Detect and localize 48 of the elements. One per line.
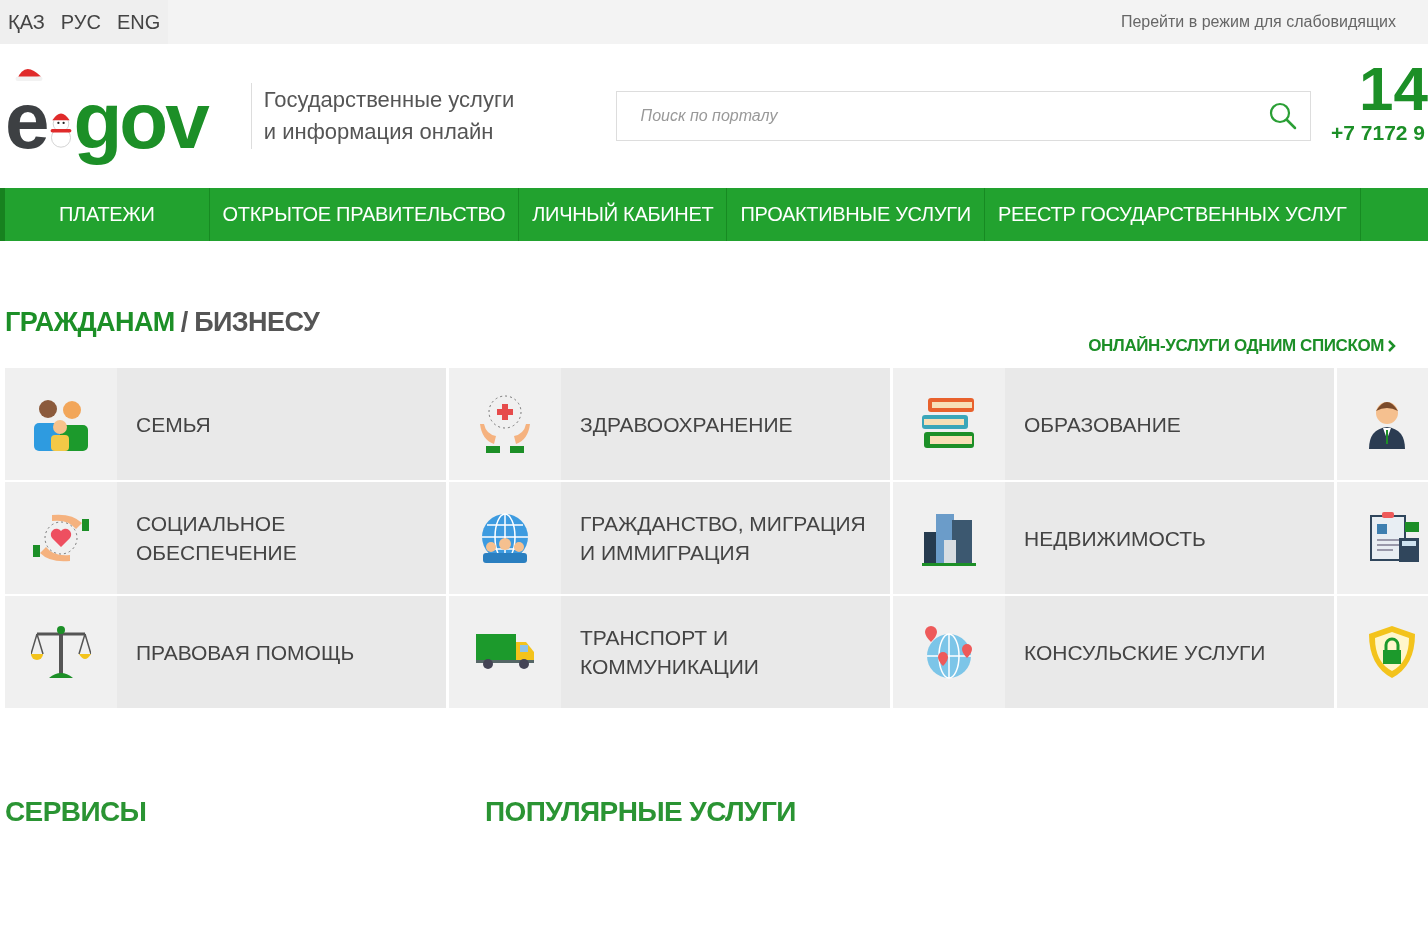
scales-icon bbox=[31, 624, 91, 680]
category-label: ТРАНСПОРТ И КОММУНИКАЦИИ bbox=[579, 625, 760, 680]
language-link[interactable]: РУС bbox=[52, 0, 109, 44]
hands-with-cross-icon bbox=[478, 394, 532, 454]
logo-letter: e bbox=[5, 75, 48, 167]
category-tile[interactable]: КОНСУЛЬСКИЕ УСЛУГИ bbox=[893, 596, 1334, 708]
globe-with-people-icon bbox=[479, 513, 531, 563]
all-services-link[interactable]: ОНЛАЙН-УСЛУГИ ОДНИМ СПИСКОМ bbox=[1088, 336, 1396, 356]
category-label: КОНСУЛЬСКИЕ УСЛУГИ bbox=[1023, 639, 1267, 666]
truck-icon bbox=[476, 634, 534, 670]
audience-tab[interactable]: БИЗНЕСУ bbox=[194, 307, 320, 338]
logo-text: gov bbox=[73, 75, 209, 167]
section-heading: СЕРВИСЫ bbox=[5, 796, 148, 828]
category-label: ЗДРАВООХРАНЕНИЕ bbox=[579, 411, 794, 438]
category-label: ПРАВОВАЯ ПОМОЩЬ bbox=[135, 639, 356, 666]
books-icon bbox=[922, 398, 976, 450]
search-icon[interactable] bbox=[1269, 102, 1298, 130]
category-tile[interactable]: ГРАЖДАНСТВО, МИГРАЦИЯ И ИММИГРАЦИЯ bbox=[449, 482, 890, 594]
hotline-number: 14 bbox=[1358, 57, 1428, 121]
family-icon bbox=[32, 397, 90, 451]
category-tile[interactable]: ПРАВОВАЯ ПОМОЩЬ bbox=[5, 596, 446, 708]
person-in-suit-icon bbox=[1369, 399, 1405, 449]
category-tile[interactable]: СОЦИАЛЬНОЕ ОБЕСПЕЧЕНИЕ bbox=[5, 482, 446, 594]
audience-tab[interactable]: ГРАЖДАНАМ bbox=[5, 307, 175, 338]
category-tile[interactable]: ТРАНСПОРТ И КОММУНИКАЦИИ bbox=[449, 596, 890, 708]
category-label: ОБРАЗОВАНИЕ bbox=[1023, 411, 1182, 438]
phone-number: +7 7172 9 bbox=[1331, 121, 1427, 145]
accessibility-mode-link[interactable]: Перейти в режим для слабовидящих bbox=[1120, 13, 1396, 31]
tagline-text: Государственные услуги bbox=[263, 87, 516, 113]
category-label: СЕМЬЯ bbox=[135, 411, 212, 438]
tagline-text: и информация онлайн bbox=[263, 119, 495, 145]
globe-with-pins-icon bbox=[923, 624, 975, 680]
category-tile[interactable]: ОБРАЗОВАНИЕ bbox=[893, 368, 1334, 480]
tab-separator: / bbox=[180, 307, 189, 338]
document-and-calculator-icon bbox=[1369, 512, 1421, 564]
category-tile[interactable]: СЕМЬЯ bbox=[5, 368, 446, 480]
category-label: НЕДВИЖИМОСТЬ bbox=[1023, 525, 1207, 552]
search-field[interactable]: Поиск по порталу bbox=[615, 91, 1312, 141]
section-heading: ПОПУЛЯРНЫЕ УСЛУГИ bbox=[485, 796, 797, 828]
category-tile[interactable]: ЗДРАВООХРАНЕНИЕ bbox=[449, 368, 890, 480]
category-tile[interactable]: НЕДВИЖИМОСТЬ bbox=[893, 482, 1334, 594]
chevron-right-icon bbox=[1388, 340, 1396, 352]
heart-in-hands-icon bbox=[32, 513, 90, 563]
language-link[interactable]: ENG bbox=[108, 0, 169, 44]
category-label: СОЦИАЛЬНОЕ ОБЕСПЕЧЕНИЕ bbox=[135, 511, 298, 566]
language-link[interactable]: ҚАЗ bbox=[0, 0, 53, 44]
category-label: ГРАЖДАНСТВО, МИГРАЦИЯ И ИММИГРАЦИЯ bbox=[579, 511, 867, 566]
shield-with-lock-icon bbox=[1369, 626, 1415, 678]
